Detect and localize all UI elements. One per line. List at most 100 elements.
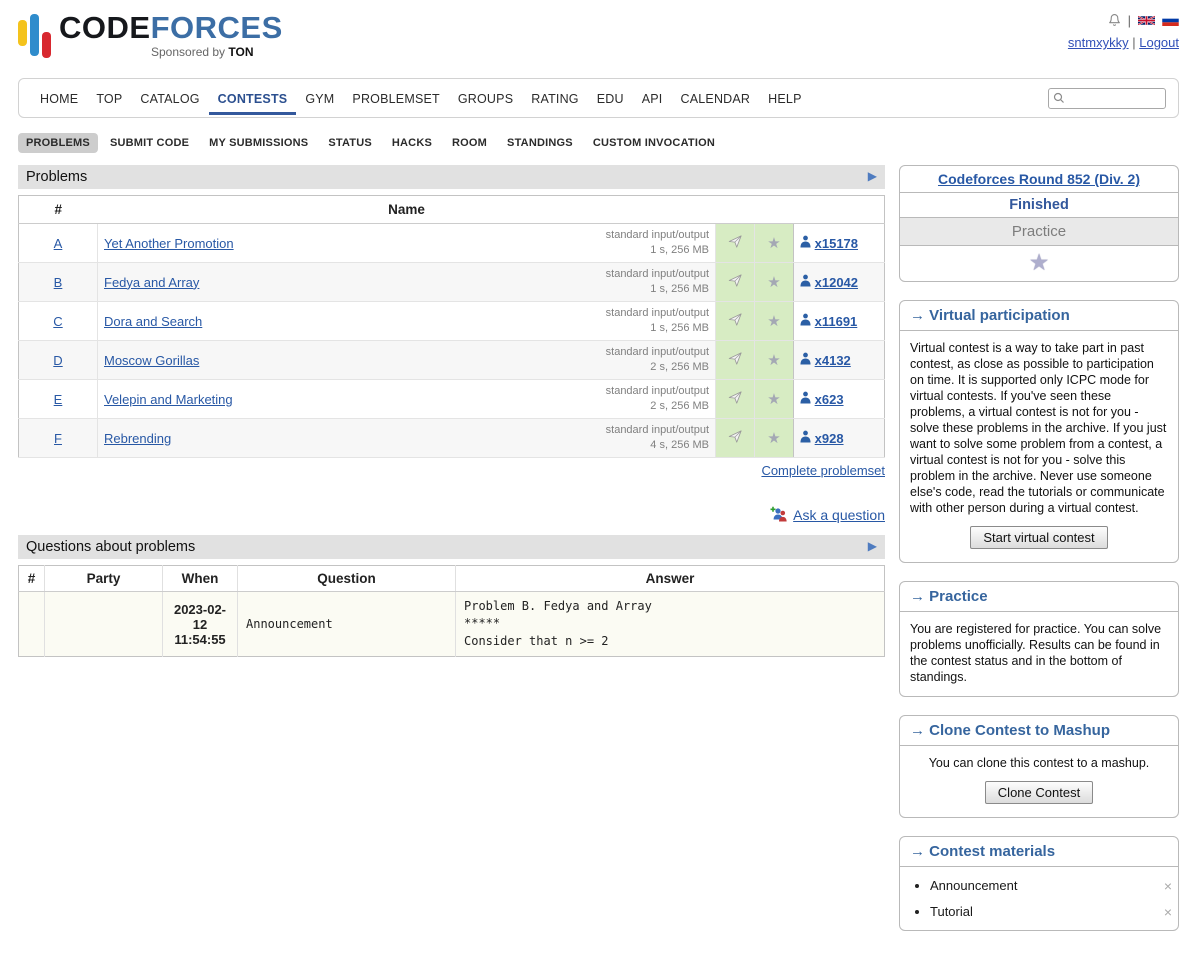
- virtual-participation-text: Virtual contest is a way to take part in…: [910, 341, 1166, 515]
- problem-letter-link[interactable]: A: [54, 236, 63, 251]
- logo-text: CODEFORCES: [59, 12, 283, 43]
- nav-item-top[interactable]: TOP: [87, 81, 131, 115]
- nav-item-help[interactable]: HELP: [759, 81, 810, 115]
- nav-item-contests[interactable]: CONTESTS: [209, 81, 297, 115]
- questions-section-header: Questions about problems ▶: [18, 535, 885, 559]
- tab-custom-invocation[interactable]: CUSTOM INVOCATION: [585, 133, 723, 153]
- logout-link[interactable]: Logout: [1139, 35, 1179, 50]
- problem-letter-link[interactable]: B: [54, 275, 63, 290]
- column-header: Party: [45, 566, 163, 592]
- solved-count-link[interactable]: x15178: [815, 236, 858, 251]
- column-header-name: Name: [98, 196, 716, 224]
- virtual-participation-box: → Virtual participation Virtual contest …: [899, 300, 1179, 563]
- column-header: When: [163, 566, 238, 592]
- solved-person-icon: [800, 431, 811, 446]
- problem-io-limits: standard input/output1 s, 256 MB: [606, 228, 709, 258]
- problem-name-link[interactable]: Rebrending: [104, 431, 171, 446]
- submit-plane-icon[interactable]: [727, 429, 744, 444]
- sponsored-by-ton: Sponsored by TON: [151, 46, 283, 58]
- list-item: Tutorial ×: [930, 904, 1178, 919]
- close-icon[interactable]: ×: [1164, 879, 1172, 893]
- problem-name-link[interactable]: Fedya and Array: [104, 275, 199, 290]
- material-link-tutorial[interactable]: Tutorial: [930, 904, 973, 919]
- problem-name-link[interactable]: Moscow Gorillas: [104, 353, 199, 368]
- contest-mode-label: Practice: [900, 218, 1178, 246]
- clone-contest-button[interactable]: Clone Contest: [985, 781, 1093, 804]
- tab-problems[interactable]: PROBLEMS: [18, 133, 98, 153]
- submit-plane-icon[interactable]: [727, 273, 744, 288]
- favorite-star-icon[interactable]: ★: [767, 313, 780, 330]
- codeforces-logo[interactable]: CODEFORCES Sponsored by TON: [18, 8, 283, 58]
- nav-item-edu[interactable]: EDU: [588, 81, 633, 115]
- start-virtual-contest-button[interactable]: Start virtual contest: [970, 526, 1107, 549]
- problems-section-header: Problems ▶: [18, 165, 885, 189]
- ask-question-link[interactable]: Ask a question: [793, 507, 885, 523]
- submit-plane-icon[interactable]: [727, 390, 744, 405]
- tab-my-submissions[interactable]: MY SUBMISSIONS: [201, 133, 316, 153]
- nav-item-home[interactable]: HOME: [31, 81, 87, 115]
- favorite-star-icon[interactable]: ★: [767, 274, 780, 291]
- collapse-triangle-icon[interactable]: ▶: [868, 169, 877, 183]
- logo-bars-icon: [18, 12, 51, 58]
- solved-count-link[interactable]: x11691: [815, 314, 858, 329]
- header-separator: |: [1128, 13, 1131, 28]
- solved-count-link[interactable]: x4132: [815, 353, 851, 368]
- material-link-announcement[interactable]: Announcement: [930, 878, 1017, 893]
- main-navigation: HOME TOP CATALOG CONTESTS GYM PROBLEMSET…: [18, 78, 1179, 118]
- problem-io-limits: standard input/output4 s, 256 MB: [606, 423, 709, 453]
- search-input[interactable]: [1068, 90, 1157, 106]
- submit-plane-icon[interactable]: [727, 351, 744, 366]
- page-header: CODEFORCES Sponsored by TON | sntmxykky …: [18, 8, 1179, 74]
- close-icon[interactable]: ×: [1164, 905, 1172, 919]
- problem-name-link[interactable]: Dora and Search: [104, 314, 202, 329]
- ask-question-icon: [770, 506, 788, 523]
- list-item: Announcement ×: [930, 878, 1178, 893]
- bell-icon[interactable]: [1108, 13, 1121, 27]
- nav-item-problemset[interactable]: PROBLEMSET: [343, 81, 448, 115]
- table-header-row: # Name: [19, 196, 885, 224]
- solved-count-link[interactable]: x12042: [815, 275, 858, 290]
- sidebar-caption: → Clone Contest to Mashup: [900, 716, 1178, 746]
- tab-submit-code[interactable]: SUBMIT CODE: [102, 133, 197, 153]
- table-row: F Rebrending standard input/output4 s, 25…: [19, 419, 885, 458]
- favorite-star-icon[interactable]: ★: [767, 430, 780, 447]
- nav-item-rating[interactable]: RATING: [522, 81, 588, 115]
- problem-letter-link[interactable]: C: [53, 314, 62, 329]
- solved-count-link[interactable]: x928: [815, 431, 844, 446]
- english-flag-icon[interactable]: [1138, 15, 1155, 26]
- solved-person-icon: [800, 353, 811, 368]
- problem-name-link[interactable]: Velepin and Marketing: [104, 392, 233, 407]
- favorite-star-icon[interactable]: ★: [767, 235, 780, 252]
- submit-plane-icon[interactable]: [727, 312, 744, 327]
- practice-text: You are registered for practice. You can…: [900, 612, 1178, 696]
- search-box: [1048, 88, 1166, 109]
- problem-letter-link[interactable]: E: [54, 392, 63, 407]
- contest-title-link[interactable]: Codeforces Round 852 (Div. 2): [938, 171, 1140, 187]
- tab-hacks[interactable]: HACKS: [384, 133, 440, 153]
- contest-status-box: Codeforces Round 852 (Div. 2) Finished P…: [899, 165, 1179, 282]
- solved-count-link[interactable]: x623: [815, 392, 844, 407]
- complete-problemset-link[interactable]: Complete problemset: [761, 463, 885, 478]
- collapse-triangle-icon[interactable]: ▶: [868, 539, 877, 553]
- favorite-star-icon[interactable]: ★: [1029, 249, 1050, 275]
- username-link[interactable]: sntmxykky: [1068, 35, 1129, 50]
- nav-item-calendar[interactable]: CALENDAR: [671, 81, 759, 115]
- russian-flag-icon[interactable]: [1162, 15, 1179, 26]
- favorite-star-icon[interactable]: ★: [767, 352, 780, 369]
- nav-item-catalog[interactable]: CATALOG: [131, 81, 208, 115]
- nav-item-groups[interactable]: GROUPS: [449, 81, 522, 115]
- nav-item-api[interactable]: API: [633, 81, 672, 115]
- problem-letter-link[interactable]: F: [54, 431, 62, 446]
- solved-person-icon: [800, 236, 811, 251]
- problem-name-link[interactable]: Yet Another Promotion: [104, 236, 234, 251]
- tab-status[interactable]: STATUS: [320, 133, 380, 153]
- table-row: C Dora and Searchstandard input/output1 …: [19, 302, 885, 341]
- favorite-star-icon[interactable]: ★: [767, 391, 780, 408]
- submit-plane-icon[interactable]: [727, 234, 744, 249]
- nav-item-gym[interactable]: GYM: [296, 81, 343, 115]
- tab-room[interactable]: ROOM: [444, 133, 495, 153]
- tab-standings[interactable]: STANDINGS: [499, 133, 581, 153]
- column-header: Answer: [456, 566, 885, 592]
- table-header-row: # Party When Question Answer: [19, 566, 885, 592]
- problem-letter-link[interactable]: D: [53, 353, 62, 368]
